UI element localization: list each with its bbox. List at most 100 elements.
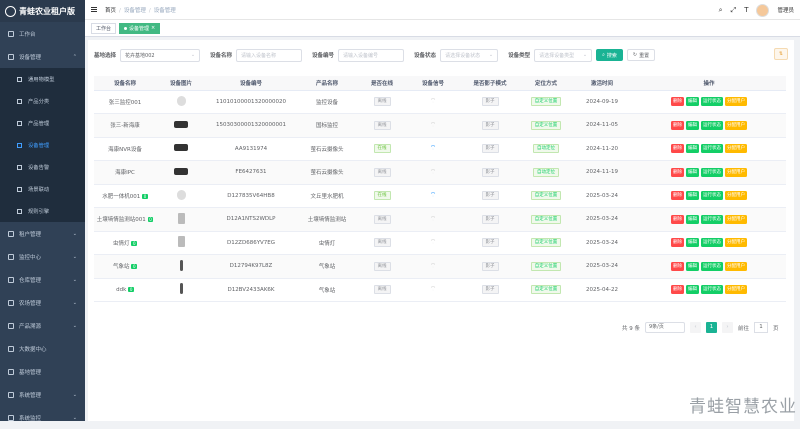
device-image[interactable] [177,190,186,200]
sidebar-item-farm[interactable]: 农场管理⌄ [0,291,85,314]
device-code-input[interactable]: 请输入设备编号 [338,49,404,62]
run-status-button[interactable]: 运行状态 [701,191,723,200]
reset-button[interactable]: ↻重置 [627,49,655,61]
search-icon[interactable]: ⌕ [719,6,723,15]
edit-button[interactable]: 编辑 [686,121,699,130]
sub-item-device-alarm[interactable]: 设备告警 [0,156,85,178]
run-status-button[interactable]: 运行状态 [701,285,723,294]
device-image[interactable] [180,260,183,271]
device-image[interactable] [177,96,186,106]
delete-button[interactable]: 删除 [671,191,684,200]
tag-device-management[interactable]: 设备管理× [119,23,160,34]
delete-button[interactable]: 删除 [671,285,684,294]
home-icon [8,31,14,37]
run-status-button[interactable]: 运行状态 [701,168,723,177]
table-row: 气象站0D12794K97L8Z气象站离线⌔影子自定义位置2025-03-24删… [94,255,786,279]
assign-user-button[interactable]: 分配用户 [725,168,747,177]
goto-input[interactable]: 1 [754,322,768,333]
sidebar-item-bigdata[interactable]: 大数据中心 [0,337,85,360]
assign-user-button[interactable]: 分配用户 [725,238,747,247]
run-status-button[interactable]: 运行状态 [701,262,723,271]
edit-button[interactable]: 编辑 [686,238,699,247]
assign-user-button[interactable]: 分配用户 [725,262,747,271]
location-mode: 自定义位置 [531,285,562,294]
assign-user-button[interactable]: 分配用户 [725,144,747,153]
edit-button[interactable]: 编辑 [686,215,699,224]
activation-time: 2025-03-24 [572,208,632,232]
device-name-input[interactable]: 请输入设备名称 [236,49,302,62]
fullscreen-icon[interactable]: ⤢ [731,6,737,15]
sub-item-device-management[interactable]: 设备管理 [0,134,85,156]
prev-page-button[interactable]: ‹ [690,322,701,333]
delete-button[interactable]: 删除 [671,168,684,177]
search-button[interactable]: ⌕搜索 [596,49,623,61]
shadow-mode: 影子 [482,215,499,224]
delete-button[interactable]: 删除 [671,97,684,106]
assign-user-button[interactable]: 分配用户 [725,97,747,106]
product-name: 土壤墒情监测站 [296,208,358,232]
sub-item-product-management[interactable]: 产品管理 [0,112,85,134]
avatar[interactable] [756,4,769,17]
shadow-mode: 影子 [482,168,499,177]
assign-user-button[interactable]: 分配用户 [725,215,747,224]
sidebar-item-device-management[interactable]: 设备管理⌃ [0,45,85,68]
edit-button[interactable]: 编辑 [686,168,699,177]
edit-button[interactable]: 编辑 [686,97,699,106]
sub-item-thing-model[interactable]: 通用物模型 [0,68,85,90]
sidebar-item-system[interactable]: 系统管理⌄ [0,383,85,406]
sub-item-scene-linkage[interactable]: 场景联动 [0,178,85,200]
device-image[interactable] [174,168,188,175]
status-badge: 0 [142,194,148,199]
device-image[interactable] [174,144,188,151]
sub-item-product-category[interactable]: 产品分类 [0,90,85,112]
sub-item-rule-engine[interactable]: 规则引擎 [0,200,85,222]
user-name[interactable]: 管理员 [777,6,794,14]
page-size-select[interactable]: 9条/页 [645,322,685,333]
device-status-select[interactable]: 请选择设备状态⌄ [440,49,498,62]
sidebar-item-tenant[interactable]: 租户管理⌄ [0,222,85,245]
next-page-button[interactable]: › [722,322,733,333]
hamburger-icon[interactable] [91,7,97,12]
table-row: 水肥一体机0010D127835V64HB8文丘里水肥机在线⌔影子自定义位置20… [94,184,786,208]
sidebar-item-base[interactable]: 基地管理 [0,360,85,383]
breadcrumb-home[interactable]: 首页 [105,8,116,14]
edit-button[interactable]: 编辑 [686,191,699,200]
assign-user-button[interactable]: 分配用户 [725,121,747,130]
device-image[interactable] [178,213,185,224]
sidebar-item-monitor[interactable]: 监控中心⌄ [0,245,85,268]
device-image[interactable] [174,121,188,128]
tag-workbench[interactable]: 工作台 [91,23,116,34]
device-code: FE6427631 [206,161,296,185]
delete-button[interactable]: 删除 [671,238,684,247]
sidebar-item-workbench[interactable]: 工作台 [0,22,85,45]
edit-button[interactable]: 编辑 [686,285,699,294]
run-status-button[interactable]: 运行状态 [701,215,723,224]
column-header: 设备信号 [406,76,460,90]
device-type-select[interactable]: 请选择设备类型⌄ [534,49,592,62]
sidebar-item-system-monitor[interactable]: 系统监控⌄ [0,406,85,429]
device-image[interactable] [180,283,183,294]
sidebar-item-traceability[interactable]: 产品溯源⌄ [0,314,85,337]
location-mode: 自定义位置 [531,191,562,200]
sidebar-item-warehouse[interactable]: 仓库管理⌄ [0,268,85,291]
close-icon[interactable]: × [151,25,155,31]
run-status-button[interactable]: 运行状态 [701,97,723,106]
font-size-icon[interactable]: T [744,6,748,14]
run-status-button[interactable]: 运行状态 [701,238,723,247]
assign-user-button[interactable]: 分配用户 [725,285,747,294]
toggle-search-button[interactable]: ⇅ [774,48,788,60]
edit-button[interactable]: 编辑 [686,144,699,153]
delete-button[interactable]: 删除 [671,262,684,271]
assign-user-button[interactable]: 分配用户 [725,191,747,200]
delete-button[interactable]: 删除 [671,215,684,224]
run-status-button[interactable]: 运行状态 [701,144,723,153]
page-number[interactable]: 1 [706,322,717,333]
device-image[interactable] [178,236,185,247]
run-status-button[interactable]: 运行状态 [701,121,723,130]
edit-button[interactable]: 编辑 [686,262,699,271]
breadcrumb-item: 设备管理 [154,8,176,14]
delete-button[interactable]: 删除 [671,121,684,130]
delete-button[interactable]: 删除 [671,144,684,153]
wifi-signal-icon: ⌔ [430,285,437,294]
base-select[interactable]: 花卉基地002⌄ [120,49,200,62]
